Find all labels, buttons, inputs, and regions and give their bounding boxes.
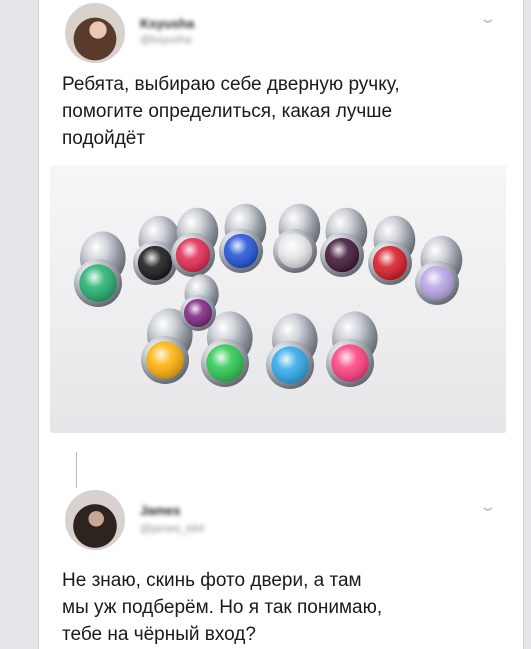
jewel-shine-shape: [175, 237, 211, 273]
chevron-down-icon[interactable]: ⌄: [479, 10, 497, 27]
jewel-shine-shape: [137, 245, 173, 281]
jewel-shine-shape: [223, 233, 259, 269]
window-right-border: [523, 0, 524, 649]
jewel-shine-shape: [206, 344, 244, 382]
avatar[interactable]: [65, 3, 125, 63]
tweet-photo[interactable]: [50, 165, 506, 433]
jewel-shine-shape: [324, 237, 360, 273]
author-name[interactable]: James: [140, 503, 180, 518]
jewel-shine-shape: [419, 265, 455, 301]
tweet-text: Не знаю, скинь фото двери, а там мы уж п…: [62, 570, 383, 645]
author-name[interactable]: Ksyusha: [140, 16, 194, 31]
window-left-margin: [0, 0, 38, 649]
avatar[interactable]: [65, 490, 125, 550]
jewel-shine-shape: [146, 341, 184, 379]
tweet-text: Ребята, выбираю себе дверную ручку, помо…: [62, 74, 400, 149]
jewel-shine-shape: [372, 245, 408, 281]
window-right-margin: [524, 0, 531, 649]
jewel-plugs-image: [74, 203, 463, 389]
jewel-shine-shape: [79, 264, 117, 302]
window-left-border: [38, 0, 39, 649]
jewel-shine-shape: [331, 344, 369, 382]
jewel-shine-shape: [277, 233, 313, 269]
jewel-shine-shape: [183, 298, 213, 328]
author-handle[interactable]: @james_k84: [140, 523, 204, 535]
jewel-shine-shape: [271, 346, 309, 384]
thread-connector: [76, 452, 77, 488]
author-handle[interactable]: @ksyusha: [140, 34, 192, 46]
chevron-down-icon[interactable]: ⌄: [479, 498, 497, 515]
